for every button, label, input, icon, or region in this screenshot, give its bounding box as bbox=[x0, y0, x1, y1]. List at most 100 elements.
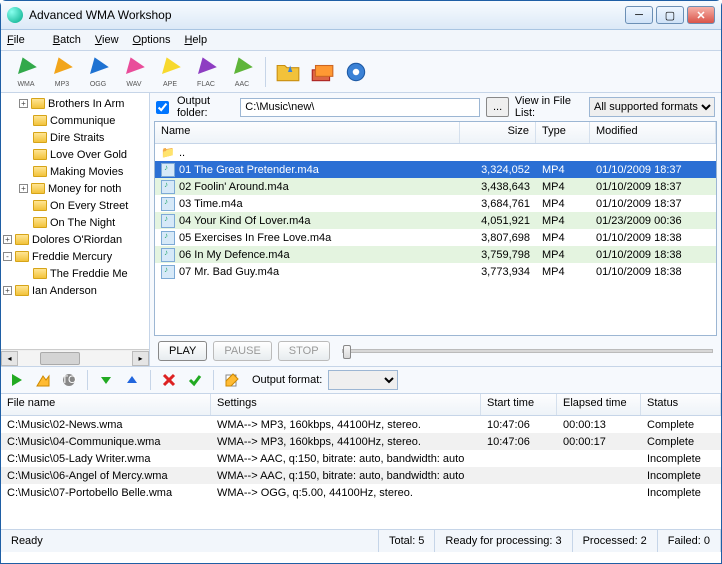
tree-item[interactable]: Dire Straits bbox=[1, 129, 149, 146]
browse-button[interactable]: ... bbox=[486, 97, 509, 117]
convert-to-mp3-button[interactable]: MP3 bbox=[45, 55, 79, 89]
tree-item[interactable]: Communique bbox=[1, 112, 149, 129]
folder-icon bbox=[33, 217, 47, 228]
status-failed: Failed: 0 bbox=[658, 530, 721, 552]
stop-button[interactable]: STOP bbox=[278, 341, 330, 361]
pause-button[interactable]: PAUSE bbox=[213, 341, 271, 361]
menu-options[interactable]: Options bbox=[133, 34, 171, 46]
file-row[interactable]: 04 Your Kind Of Lover.m4a4,051,921MP401/… bbox=[155, 212, 716, 229]
playback-slider[interactable] bbox=[342, 349, 713, 353]
file-row[interactable]: 01 The Great Pretender.m4a3,324,052MP401… bbox=[155, 161, 716, 178]
job-row[interactable]: C:\Music\04-Communique.wmaWMA--> MP3, 16… bbox=[1, 433, 721, 450]
tree-item[interactable]: On The Night bbox=[1, 214, 149, 231]
job-toolbar: STOP Output format: bbox=[1, 366, 721, 394]
col-header-name[interactable]: Name bbox=[155, 122, 460, 143]
tree-item[interactable]: Making Movies bbox=[1, 163, 149, 180]
job-row[interactable]: C:\Music\07-Portobello Belle.wmaWMA--> O… bbox=[1, 484, 721, 501]
menu-help[interactable]: Help bbox=[184, 34, 207, 46]
job-row[interactable]: C:\Music\06-Angel of Mercy.wmaWMA--> AAC… bbox=[1, 467, 721, 484]
statusbar: Ready Total: 5 Ready for processing: 3 P… bbox=[1, 529, 721, 552]
view-in-filelist-label: View in File List: bbox=[515, 95, 583, 119]
job-row[interactable]: C:\Music\02-News.wmaWMA--> MP3, 160kbps,… bbox=[1, 416, 721, 433]
maximize-button[interactable]: ▢ bbox=[656, 6, 684, 24]
tree-item[interactable]: On Every Street bbox=[1, 197, 149, 214]
tree-label: On Every Street bbox=[50, 200, 128, 212]
job-col-settings[interactable]: Settings bbox=[211, 394, 481, 415]
window-title: Advanced WMA Workshop bbox=[29, 8, 625, 22]
tree-item[interactable]: +Dolores O'Riordan bbox=[1, 231, 149, 248]
col-header-modified[interactable]: Modified bbox=[590, 122, 716, 143]
col-header-size[interactable]: Size bbox=[460, 122, 536, 143]
col-header-type[interactable]: Type bbox=[536, 122, 590, 143]
output-folder-checkbox[interactable] bbox=[156, 101, 169, 114]
job-col-elapsed[interactable]: Elapsed time bbox=[557, 394, 641, 415]
job-col-start[interactable]: Start time bbox=[481, 394, 557, 415]
start-jobs-button[interactable] bbox=[7, 370, 27, 390]
tree-label: The Freddie Me bbox=[50, 268, 128, 280]
folder-icon bbox=[33, 166, 47, 177]
accept-button[interactable] bbox=[185, 370, 205, 390]
convert-to-ogg-button[interactable]: OGG bbox=[81, 55, 115, 89]
move-up-button[interactable] bbox=[122, 370, 142, 390]
job-col-filename[interactable]: File name bbox=[1, 394, 211, 415]
menu-view[interactable]: View bbox=[95, 34, 119, 46]
menubar: File Batch View Options Help bbox=[1, 30, 721, 51]
play-button[interactable]: PLAY bbox=[158, 341, 207, 361]
file-list[interactable]: Name Size Type Modified 📁..01 The Great … bbox=[154, 121, 717, 336]
folder-icon bbox=[33, 132, 47, 143]
file-row[interactable]: 03 Time.m4a3,684,761MP401/10/2009 18:37 bbox=[155, 195, 716, 212]
move-down-button[interactable] bbox=[96, 370, 116, 390]
app-icon bbox=[7, 7, 23, 23]
file-row[interactable]: 06 In My Defence.m4a3,759,798MP401/10/20… bbox=[155, 246, 716, 263]
file-row[interactable]: 07 Mr. Bad Guy.m4a3,773,934MP401/10/2009… bbox=[155, 263, 716, 280]
menu-batch[interactable]: Batch bbox=[53, 34, 81, 46]
folder-tree[interactable]: +Brothers In Arm Communique Dire Straits Lo… bbox=[1, 93, 150, 366]
titlebar: Advanced WMA Workshop ─ ▢ ✕ bbox=[1, 1, 721, 30]
updir-row[interactable]: 📁.. bbox=[155, 144, 716, 161]
edit-job-button[interactable] bbox=[222, 370, 242, 390]
tree-item[interactable]: +Ian Anderson bbox=[1, 282, 149, 299]
open-folder-button[interactable] bbox=[272, 56, 304, 88]
settings-button[interactable] bbox=[340, 56, 372, 88]
folder-icon bbox=[33, 268, 47, 279]
file-row[interactable]: 02 Foolin' Around.m4a3,438,643MP401/10/2… bbox=[155, 178, 716, 195]
updir-icon: 📁 bbox=[161, 146, 175, 160]
folder-icon bbox=[15, 251, 29, 262]
batch-convert-button[interactable] bbox=[306, 56, 338, 88]
remove-job-button[interactable] bbox=[159, 370, 179, 390]
output-folder-input[interactable] bbox=[240, 98, 480, 117]
pause-jobs-button[interactable] bbox=[33, 370, 53, 390]
tree-item[interactable]: The Freddie Me bbox=[1, 265, 149, 282]
convert-to-wma-button[interactable]: WMA bbox=[9, 55, 43, 89]
close-button[interactable]: ✕ bbox=[687, 6, 715, 24]
status-ready-for-processing: Ready for processing: 3 bbox=[435, 530, 572, 552]
job-row[interactable]: C:\Music\05-Lady Writer.wmaWMA--> AAC, q… bbox=[1, 450, 721, 467]
tree-item[interactable]: -Freddie Mercury bbox=[1, 248, 149, 265]
tree-scrollbar[interactable]: ◂▸ bbox=[1, 349, 149, 366]
convert-to-ape-button[interactable]: APE bbox=[153, 55, 187, 89]
tree-label: Money for noth bbox=[48, 183, 121, 195]
tree-label: Communique bbox=[50, 115, 115, 127]
minimize-button[interactable]: ─ bbox=[625, 6, 653, 24]
view-in-filelist-select[interactable]: All supported formats bbox=[589, 97, 715, 117]
tree-item[interactable]: +Brothers In Arm bbox=[1, 95, 149, 112]
convert-to-aac-button[interactable]: AAC bbox=[225, 55, 259, 89]
folder-icon bbox=[15, 234, 29, 245]
job-col-status[interactable]: Status bbox=[641, 394, 721, 415]
output-format-select[interactable] bbox=[328, 370, 398, 390]
format-toolbar: WMA MP3 OGG WAV APE FLAC AAC bbox=[1, 51, 721, 93]
tree-label: Love Over Gold bbox=[50, 149, 127, 161]
audio-file-icon bbox=[161, 197, 175, 211]
svg-text:STOP: STOP bbox=[61, 374, 77, 386]
tree-item[interactable]: Love Over Gold bbox=[1, 146, 149, 163]
stop-jobs-button[interactable]: STOP bbox=[59, 370, 79, 390]
convert-to-wav-button[interactable]: WAV bbox=[117, 55, 151, 89]
menu-file[interactable]: File bbox=[7, 34, 39, 46]
convert-to-flac-button[interactable]: FLAC bbox=[189, 55, 223, 89]
status-processed: Processed: 2 bbox=[573, 530, 658, 552]
file-row[interactable]: 05 Exercises In Free Love.m4a3,807,698MP… bbox=[155, 229, 716, 246]
job-list[interactable]: File name Settings Start time Elapsed ti… bbox=[1, 394, 721, 529]
folder-icon bbox=[33, 115, 47, 126]
tree-item[interactable]: +Money for noth bbox=[1, 180, 149, 197]
audio-file-icon bbox=[161, 248, 175, 262]
